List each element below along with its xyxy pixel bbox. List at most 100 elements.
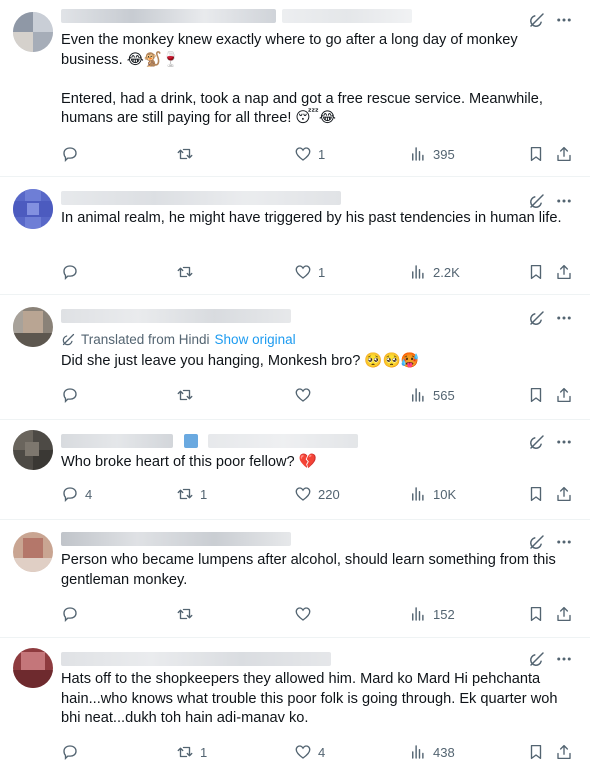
grok-icon[interactable] [528, 192, 546, 210]
repost-button[interactable] [176, 144, 200, 164]
views-button[interactable]: 152 [409, 604, 455, 624]
reply-button[interactable] [61, 144, 85, 164]
more-icon[interactable] [554, 533, 574, 551]
reply-icon [63, 745, 77, 761]
share-button[interactable] [555, 385, 573, 405]
reply-button[interactable] [61, 742, 85, 762]
views-icon [412, 388, 424, 402]
repost-icon [177, 608, 193, 620]
share-button[interactable] [555, 604, 573, 624]
bookmark-icon [530, 744, 542, 760]
author-handle-blurred [208, 434, 358, 448]
avatar[interactable] [13, 430, 53, 470]
repost-button[interactable]: 1 [176, 742, 207, 762]
share-button[interactable] [555, 144, 573, 164]
heart-icon [295, 265, 311, 279]
views-button[interactable]: 395 [409, 144, 455, 164]
bookmark-button[interactable] [527, 385, 545, 405]
reply-icon [63, 388, 77, 404]
views-button[interactable]: 10K [409, 484, 456, 504]
views-icon [412, 265, 424, 279]
reply-tweet[interactable]: Who broke heart of this poor fellow? 💔 4… [0, 420, 590, 520]
views-button[interactable]: 565 [409, 385, 455, 405]
repost-button[interactable]: 1 [176, 484, 207, 504]
views-button[interactable]: 2.2K [409, 262, 460, 282]
more-icon[interactable] [554, 192, 574, 210]
like-button[interactable] [294, 385, 318, 405]
repost-count: 1 [200, 486, 208, 502]
reply-tweet[interactable]: Even the monkey knew exactly where to go… [0, 0, 590, 177]
tweet-text: Did she just leave you hanging, Monkesh … [61, 353, 419, 369]
reply-icon [63, 487, 77, 503]
reply-button[interactable] [61, 385, 85, 405]
reply-tweet[interactable]: Hats off to the shopkeepers they allowed… [0, 638, 590, 772]
action-bar: 565 [61, 385, 581, 405]
avatar[interactable] [13, 12, 53, 52]
more-icon[interactable] [554, 433, 574, 451]
repost-icon [177, 746, 193, 758]
share-button[interactable] [555, 262, 573, 282]
avatar[interactable] [13, 532, 53, 572]
bookmark-icon [530, 387, 542, 403]
reply-button[interactable] [61, 604, 85, 624]
share-icon [557, 606, 571, 622]
tweet-text: Who broke heart of this poor fellow? 💔 [61, 454, 317, 470]
avatar[interactable] [13, 307, 53, 347]
grok-icon[interactable] [528, 309, 546, 327]
share-icon [557, 264, 571, 280]
views-icon [412, 745, 424, 759]
action-bar: 152 [61, 604, 581, 624]
action-bar: 1 2.2K [61, 262, 581, 282]
reply-count: 4 [85, 486, 93, 502]
share-icon [557, 146, 571, 162]
heart-icon [295, 388, 311, 402]
share-icon [557, 387, 571, 403]
translation-notice: Translated from Hindi Show original [61, 332, 296, 347]
repost-button[interactable] [176, 604, 200, 624]
grok-icon[interactable] [528, 11, 546, 29]
translated-label: Translated from Hindi [81, 332, 210, 347]
grok-icon[interactable] [528, 533, 546, 551]
like-button[interactable]: 1 [294, 144, 325, 164]
bookmark-icon [530, 606, 542, 622]
grok-icon[interactable] [528, 433, 546, 451]
heart-icon [295, 147, 311, 161]
avatar[interactable] [13, 189, 53, 229]
more-icon[interactable] [554, 650, 574, 668]
bookmark-button[interactable] [527, 484, 545, 504]
bookmark-button[interactable] [527, 144, 545, 164]
like-button[interactable]: 1 [294, 262, 325, 282]
like-count: 4 [318, 744, 326, 760]
avatar[interactable] [13, 648, 53, 688]
bookmark-button[interactable] [527, 604, 545, 624]
views-button[interactable]: 438 [409, 742, 455, 762]
like-button[interactable] [294, 604, 318, 624]
reply-tweet[interactable]: In animal realm, he might have triggered… [0, 177, 590, 295]
repost-icon [177, 266, 193, 278]
like-button[interactable]: 220 [294, 484, 340, 504]
reply-feed: Even the monkey knew exactly where to go… [0, 0, 590, 772]
grok-icon[interactable] [528, 650, 546, 668]
bookmark-button[interactable] [527, 262, 545, 282]
share-button[interactable] [555, 484, 573, 504]
like-button[interactable]: 4 [294, 742, 325, 762]
views-icon [412, 487, 424, 501]
repost-button[interactable] [176, 262, 200, 282]
reply-tweet[interactable]: Translated from Hindi Show original Did … [0, 295, 590, 420]
more-icon[interactable] [554, 11, 574, 29]
repost-button[interactable] [176, 385, 200, 405]
views-count: 2.2K [433, 264, 460, 280]
heart-icon [295, 745, 311, 759]
reply-button[interactable]: 4 [61, 484, 92, 504]
show-original-link[interactable]: Show original [215, 332, 296, 347]
reply-tweet[interactable]: Person who became lumpens after alcohol,… [0, 520, 590, 638]
action-bar: 4 1 220 10K [61, 484, 581, 504]
more-icon[interactable] [554, 309, 574, 327]
author-name-blurred [61, 9, 276, 23]
reply-button[interactable] [61, 262, 85, 282]
bookmark-icon [530, 264, 542, 280]
share-button[interactable] [555, 742, 573, 762]
bookmark-button[interactable] [527, 742, 545, 762]
reply-icon [63, 265, 77, 281]
tweet-text: Hats off to the shopkeepers they allowed… [61, 671, 562, 726]
